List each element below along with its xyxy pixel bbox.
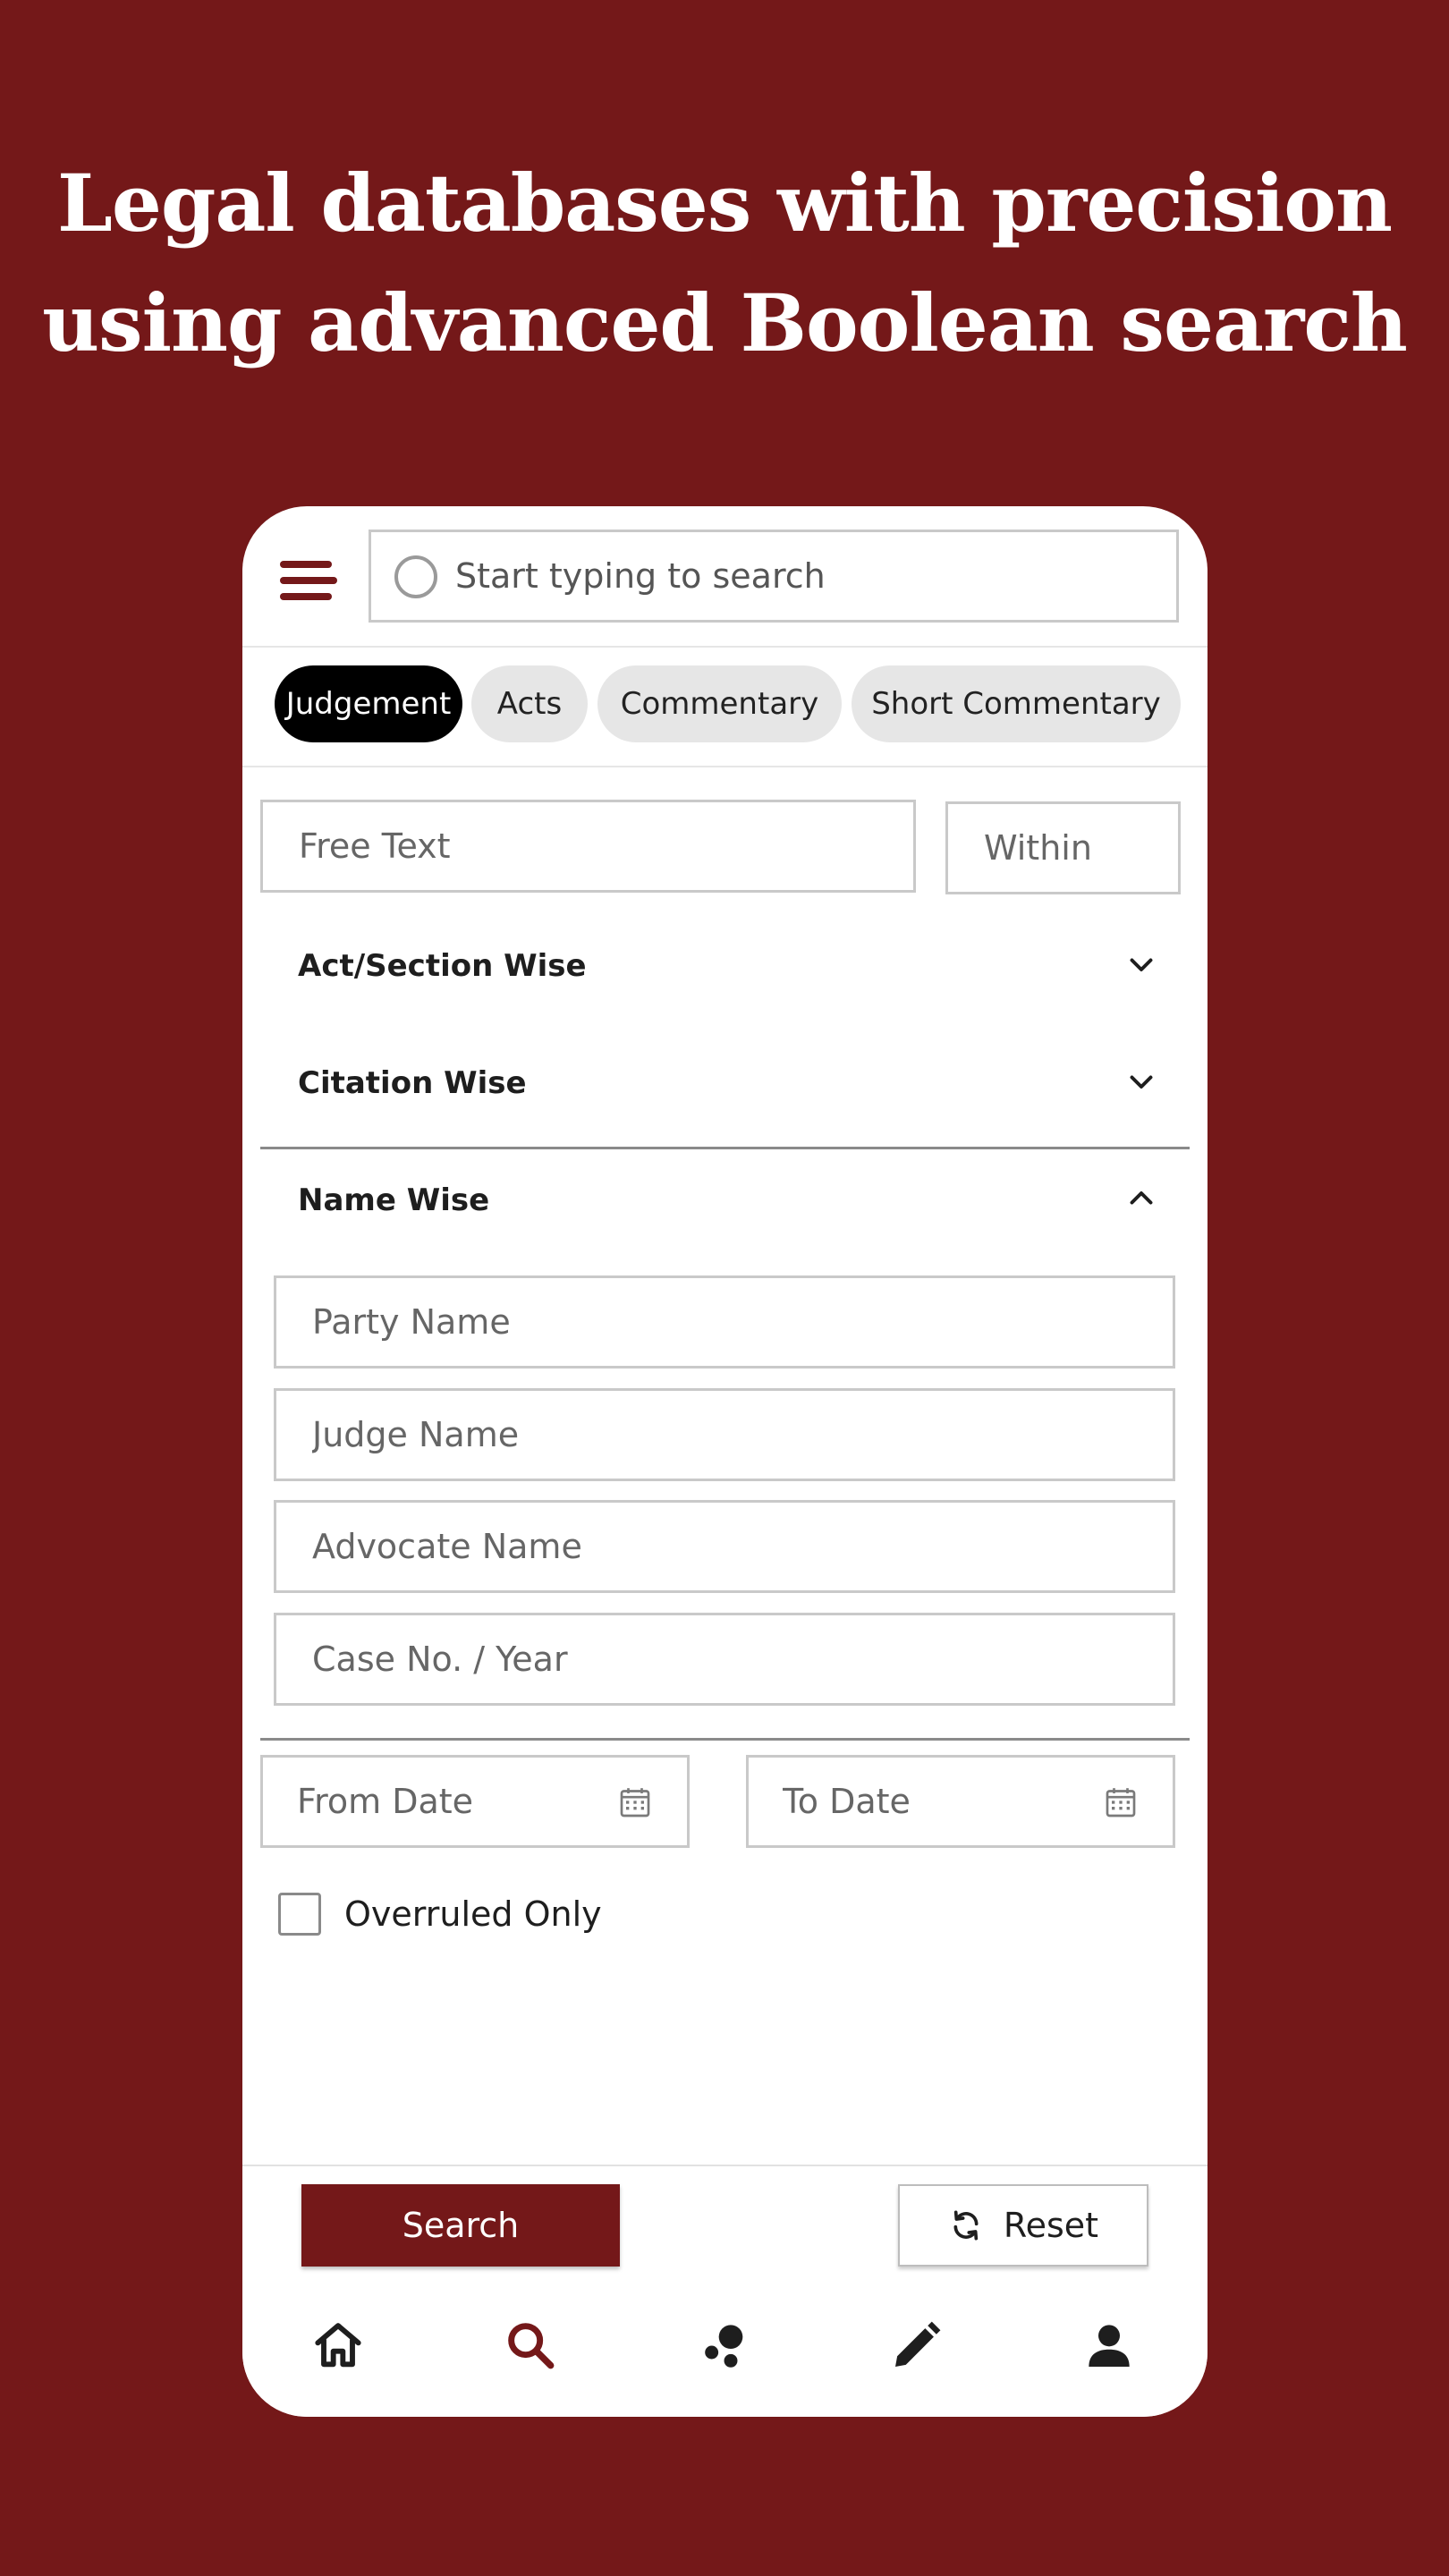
to-date-input[interactable] (783, 1770, 1051, 1833)
advocate-name-input[interactable] (274, 1500, 1175, 1593)
overruled-only-label: Overruled Only (344, 1894, 602, 1934)
tab-judgement[interactable]: Judgement (275, 665, 462, 742)
network-icon[interactable] (695, 2317, 752, 2374)
hamburger-menu-icon[interactable] (278, 555, 339, 609)
bottom-nav (242, 2286, 1208, 2417)
chevron-down-icon (1130, 1075, 1153, 1089)
refresh-icon (953, 2210, 979, 2241)
to-date-field[interactable] (746, 1755, 1175, 1848)
chevron-up-icon (1130, 1191, 1153, 1205)
free-text-input[interactable] (260, 800, 916, 893)
tabs-divider (242, 766, 1208, 767)
calendar-icon[interactable] (1103, 1784, 1139, 1820)
accordion-citation-wise[interactable]: Citation Wise (260, 1031, 1190, 1139)
search-icon (394, 555, 437, 598)
home-icon[interactable] (309, 2317, 367, 2374)
from-date-input[interactable] (297, 1770, 565, 1833)
search-bar[interactable] (369, 530, 1179, 623)
chevron-down-icon (1130, 958, 1153, 971)
section-divider (260, 1738, 1190, 1741)
accordion-label: Act/Section Wise (298, 948, 587, 984)
search-input[interactable] (455, 545, 1153, 607)
within-input[interactable] (945, 801, 1181, 894)
reset-label: Reset (1003, 2206, 1099, 2245)
footer-divider (242, 2165, 1208, 2166)
search-icon[interactable] (502, 2317, 559, 2374)
headline: Legal databases with precision using adv… (0, 143, 1449, 383)
search-button[interactable]: Search (301, 2184, 620, 2267)
calendar-icon[interactable] (617, 1784, 653, 1820)
pencil-icon[interactable] (888, 2317, 945, 2374)
tab-acts[interactable]: Acts (471, 665, 588, 742)
tab-short-commentary[interactable]: Short Commentary (852, 665, 1181, 742)
reset-button[interactable]: Reset (898, 2184, 1148, 2267)
tab-commentary[interactable]: Commentary (597, 665, 842, 742)
header-divider (242, 646, 1208, 648)
judge-name-input[interactable] (274, 1388, 1175, 1481)
party-name-input[interactable] (274, 1275, 1175, 1368)
person-icon[interactable] (1080, 2317, 1138, 2374)
overruled-only-checkbox[interactable] (278, 1893, 321, 1936)
accordion-label: Citation Wise (298, 1065, 527, 1101)
from-date-field[interactable] (260, 1755, 690, 1848)
phone-frame: Judgement Acts Commentary Short Commenta… (242, 506, 1208, 2417)
accordion-act-section-wise[interactable]: Act/Section Wise (260, 914, 1190, 1021)
headline-line-1: Legal databases with precision (57, 157, 1393, 250)
case-number-year-input[interactable] (274, 1613, 1175, 1706)
accordion-label: Name Wise (298, 1182, 490, 1218)
headline-line-2: using advanced Boolean search (42, 276, 1408, 369)
accordion-name-wise[interactable]: Name Wise (260, 1148, 1190, 1256)
